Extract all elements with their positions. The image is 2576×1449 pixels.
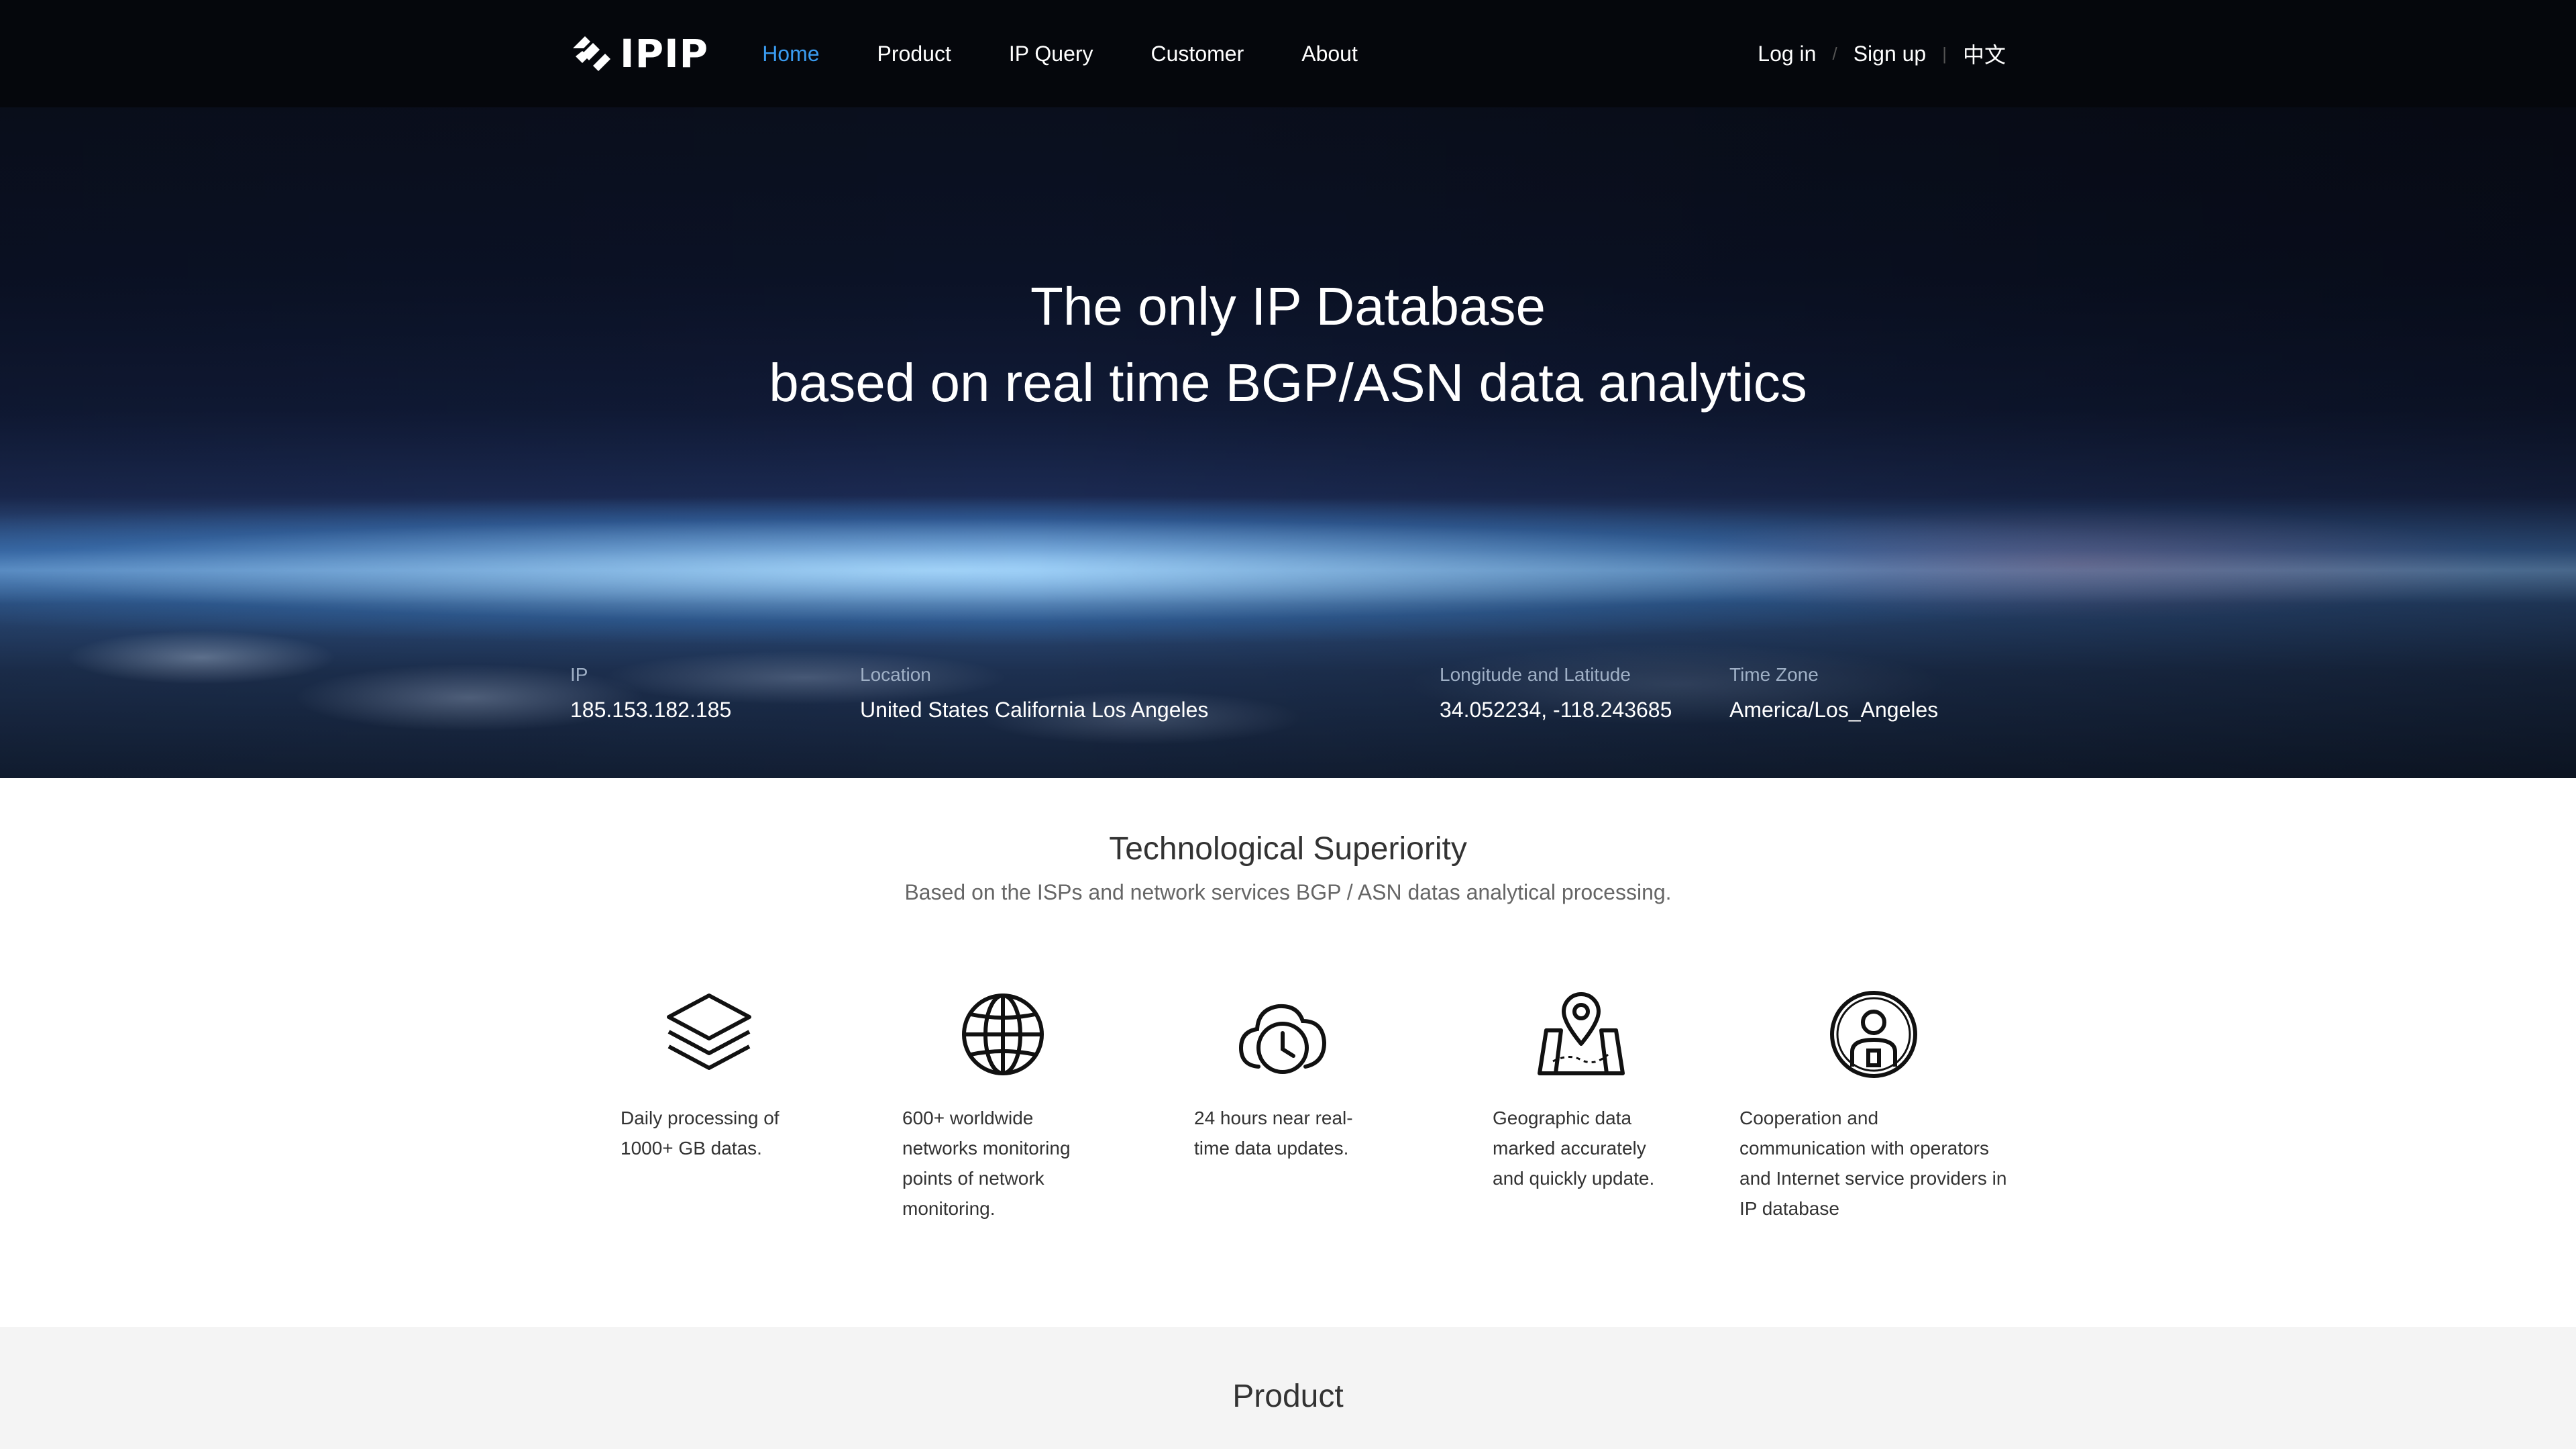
section-title: Technological Superiority: [1109, 831, 1467, 867]
timezone-field: Time Zone America/Los_Angeles: [1729, 664, 1998, 722]
feature-text: Geographic data marked accurately and qu…: [1493, 1108, 1655, 1189]
map-pin-icon: [1534, 987, 1628, 1081]
hero-banner: The only IP Database based on real time …: [0, 107, 2576, 778]
feature-item: Cooperation and communication with opera…: [1739, 987, 2008, 1224]
lonlat-field: Longitude and Latitude 34.052234, -118.2…: [1440, 664, 1729, 722]
lonlat-value: 34.052234, -118.243685: [1440, 698, 1672, 722]
feature-text: Daily processing of 1000+ GB datas.: [621, 1108, 780, 1159]
section-subtitle: Based on the ISPs and network services B…: [904, 880, 1672, 904]
location-value: United States California Los Angeles: [860, 698, 1209, 722]
tech-section: Technological Superiority Based on the I…: [0, 778, 2576, 1327]
ip-label: IP: [570, 664, 588, 685]
hero-line-1: The only IP Database: [1030, 276, 1546, 336]
cloud-clock-icon: [1236, 987, 1330, 1081]
section-title: Product: [1232, 1379, 1344, 1414]
nav-home[interactable]: Home: [762, 42, 819, 66]
divider: /: [1832, 43, 1837, 64]
feature-text: Cooperation and communication with opera…: [1739, 1108, 2007, 1219]
feature-text: 600+ worldwide networks monitoring point…: [902, 1108, 1071, 1219]
nav-product[interactable]: Product: [877, 42, 951, 66]
location-field: Location United States California Los An…: [860, 664, 1440, 722]
divider: |: [1942, 43, 1947, 64]
ip-info-bar: IP 185.153.182.185 Location United State…: [0, 664, 2576, 722]
logo[interactable]: IPIP: [570, 31, 708, 76]
nav-about[interactable]: About: [1301, 42, 1358, 66]
globe-icon: [956, 987, 1050, 1081]
ip-value: 185.153.182.185: [570, 698, 732, 722]
feature-item: 24 hours near real-time data updates.: [1194, 987, 1375, 1163]
language-switch[interactable]: 中文: [1963, 38, 2006, 69]
account-links: Log in / Sign up | 中文: [1758, 38, 2006, 69]
hero-line-2: based on real time BGP/ASN data analytic…: [769, 353, 1807, 413]
person-circle-icon: [1827, 987, 1921, 1081]
lonlat-label: Longitude and Latitude: [1440, 664, 1631, 685]
logo-mark-icon: [573, 36, 610, 71]
feature-item: Geographic data marked accurately and qu…: [1493, 987, 1674, 1193]
top-navbar: IPIP Home Product IP Query Customer Abou…: [0, 0, 2576, 107]
logo-text: IPIP: [620, 31, 709, 76]
timezone-label: Time Zone: [1729, 664, 1819, 685]
feature-item: 600+ worldwide networks monitoring point…: [902, 987, 1093, 1224]
feature-text: 24 hours near real-time data updates.: [1194, 1108, 1353, 1159]
product-section: Product: [0, 1327, 2576, 1449]
nav-customer[interactable]: Customer: [1151, 42, 1244, 66]
layers-icon: [662, 987, 756, 1081]
location-label: Location: [860, 664, 931, 685]
timezone-value: America/Los_Angeles: [1729, 698, 1939, 722]
ip-field: IP 185.153.182.185: [570, 664, 860, 722]
feature-item: Daily processing of 1000+ GB datas.: [621, 987, 802, 1163]
nav-ip-query[interactable]: IP Query: [1009, 42, 1093, 66]
main-nav: Home Product IP Query Customer About: [762, 42, 1415, 66]
login-link[interactable]: Log in: [1758, 42, 1816, 66]
signup-link[interactable]: Sign up: [1854, 42, 1927, 66]
hero-headline: The only IP Database based on real time …: [0, 268, 2576, 421]
